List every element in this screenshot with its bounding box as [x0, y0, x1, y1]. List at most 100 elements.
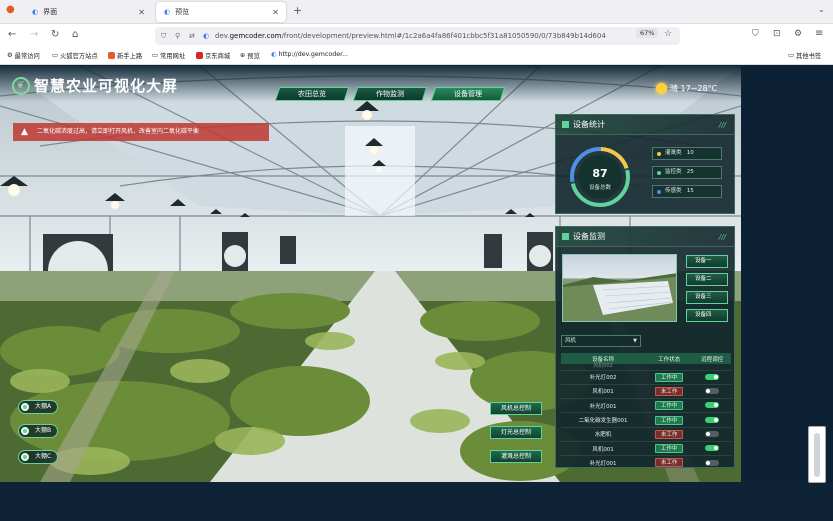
reload-icon[interactable]: ↻: [51, 29, 59, 40]
stat-sensor: 传感类 15: [652, 185, 722, 198]
new-tab-icon[interactable]: +: [293, 4, 302, 17]
device-name: 补光灯001: [561, 398, 646, 414]
pocket-icon[interactable]: ⛉: [752, 29, 759, 39]
location-icon: [21, 427, 29, 435]
bookmark-gemcoder[interactable]: ◐ http://dev.gemcoder...: [271, 51, 348, 58]
nav-farm-overview[interactable]: 农田总览: [274, 87, 350, 101]
bookmark-jd[interactable]: 京东商城: [196, 51, 230, 60]
table-row: 风机001 工作中: [561, 441, 731, 457]
remote-toggle[interactable]: [705, 373, 720, 380]
status-cell: 工作中: [645, 441, 694, 457]
remote-toggle[interactable]: [705, 431, 720, 438]
nav-label: 作物监测: [376, 90, 404, 98]
status-badge: 工作中: [655, 372, 684, 382]
forward-icon[interactable]: →: [30, 29, 38, 40]
bookmark-label: 预览: [247, 53, 260, 60]
chevron-down-icon: ▼: [633, 338, 637, 344]
device-total-value: 87: [592, 167, 608, 180]
fan-master-control-button[interactable]: 风机总控制: [490, 402, 542, 415]
remote-toggle[interactable]: [705, 388, 720, 395]
toggle-cell: [693, 384, 731, 400]
bookmark-new-user[interactable]: 新手上路: [108, 51, 142, 60]
select-value: 风机: [565, 338, 577, 344]
bookmark-label: http://dev.gemcoder...: [278, 51, 349, 58]
camera-feed[interactable]: [562, 254, 677, 322]
status-badge: 工作中: [655, 415, 684, 425]
shed-a-pin[interactable]: 大棚A: [18, 400, 58, 414]
site-icon: ◐: [271, 51, 277, 58]
remote-toggle[interactable]: [705, 416, 720, 423]
bookmark-other[interactable]: ▭ 其他书签: [788, 51, 821, 60]
device-four-button[interactable]: 设备四: [686, 309, 728, 322]
status-cell: 未工作: [645, 427, 694, 442]
device-name: 二氧化碳发生器001: [561, 412, 646, 428]
shed-b-pin[interactable]: 大棚B: [18, 424, 58, 438]
table-row: 补光灯001 工作中: [561, 398, 731, 414]
url-prefix: dev.: [215, 32, 230, 40]
bookmark-common[interactable]: ▭ 常用网址: [152, 51, 185, 60]
shed-c-pin[interactable]: 大棚C: [18, 450, 58, 464]
screenshot-icon[interactable]: ⊡: [773, 29, 781, 39]
dashboard-viewport: ❦ 智慧农业可视化大屏 农田总览 作物监测 设备管理 晴 17~28°C ▲ 二…: [0, 66, 741, 482]
device-name: 水肥机: [561, 427, 646, 442]
tab-label: 预览: [175, 8, 190, 16]
status-badge: 工作中: [655, 444, 684, 454]
gear-icon: ⚙: [7, 52, 13, 59]
irrigation-master-control-button[interactable]: 灌溉总控制: [490, 450, 542, 463]
device-two-button[interactable]: 设备二: [686, 273, 728, 286]
tab-preview[interactable]: ◐ 预览 ✕: [156, 2, 286, 22]
extensions-icon[interactable]: ⚙: [794, 29, 802, 39]
bookmark-preview[interactable]: ⊕ 预览: [240, 51, 260, 60]
device-one-button[interactable]: 设备一: [686, 255, 728, 268]
stat-label: 灌溉类: [665, 150, 682, 156]
nav-label: 农田总览: [298, 90, 326, 98]
light-master-control-button[interactable]: 灯光总控制: [490, 426, 542, 439]
remote-toggle[interactable]: [705, 445, 720, 452]
bookmark-firefox[interactable]: ▭ 火狐官方站点: [52, 51, 98, 60]
device-three-button[interactable]: 设备三: [686, 291, 728, 304]
dot-icon: [657, 171, 661, 175]
nav-device-management[interactable]: 设备管理: [430, 87, 506, 101]
device-name: 风机001: [561, 441, 646, 457]
table-header-row: 设备名称 工作状态 远程调控: [561, 353, 731, 364]
bookmark-label: 新手上路: [117, 53, 143, 60]
list-tabs-icon[interactable]: ⌄: [818, 5, 825, 14]
url-bar[interactable]: ⛉ ⚲ ⇄ ◐ dev.gemcoder.com/front/developme…: [155, 27, 680, 45]
zoom-level[interactable]: 67%: [636, 28, 659, 38]
scrollbar[interactable]: [808, 426, 826, 483]
dot-icon: [657, 152, 661, 156]
close-tab-icon[interactable]: ✕: [138, 8, 145, 17]
status-badge: 工作中: [655, 401, 684, 411]
toggle-cell: [693, 427, 731, 442]
scroll-thumb[interactable]: [814, 433, 820, 477]
url-domain: gemcoder.com: [229, 32, 282, 40]
bookmark-label: 其他书签: [795, 53, 822, 60]
folder-icon: ▭: [152, 52, 158, 59]
device-type-select[interactable]: 风机 ▼: [561, 335, 641, 347]
status-badge: 未工作: [655, 386, 684, 396]
stat-label: 传感类: [665, 188, 682, 194]
stat-irrigation: 灌溉类 10: [652, 147, 722, 160]
menu-icon[interactable]: ≡: [815, 28, 823, 39]
remote-toggle[interactable]: [705, 402, 720, 409]
tab-interface[interactable]: ◐ 界面 ✕: [24, 2, 152, 22]
status-cell: 未工作: [645, 455, 694, 467]
alert-text: 二氧化碳浓度过高，请立即打开风机，改善室内二氧化碳平衡: [37, 128, 200, 135]
shield-icon: ⛉: [161, 32, 167, 40]
close-tab-icon[interactable]: ✕: [272, 8, 279, 17]
table-row: 风机002: [561, 364, 731, 371]
nav-crop-monitor[interactable]: 作物监测: [352, 87, 428, 101]
firefox-icon[interactable]: ●: [6, 4, 15, 15]
toggle-cell: [693, 370, 731, 385]
device-name: 补光灯002: [561, 370, 646, 385]
weather-widget: 晴 17~28°C: [656, 83, 717, 94]
device-stats-panel: 设备统计 /// 87 设备总数 灌溉类 10 监控类 25 传感类 15: [555, 114, 735, 214]
decor-slashes-icon: ///: [718, 233, 726, 241]
bookmark-most-visited[interactable]: ⚙ 最常访问: [7, 51, 40, 60]
home-icon[interactable]: ⌂: [72, 29, 78, 40]
back-icon[interactable]: ←: [8, 29, 16, 40]
bookmark-star-icon[interactable]: ☆: [664, 29, 672, 39]
bookmarks-bar: ⚙ 最常访问 ▭ 火狐官方站点 新手上路 ▭ 常用网址 京东商城 ⊕ 预览 ◐ http:…: [0, 48, 833, 65]
panel-title: 设备监测 ///: [556, 227, 734, 247]
remote-toggle[interactable]: [705, 459, 720, 466]
